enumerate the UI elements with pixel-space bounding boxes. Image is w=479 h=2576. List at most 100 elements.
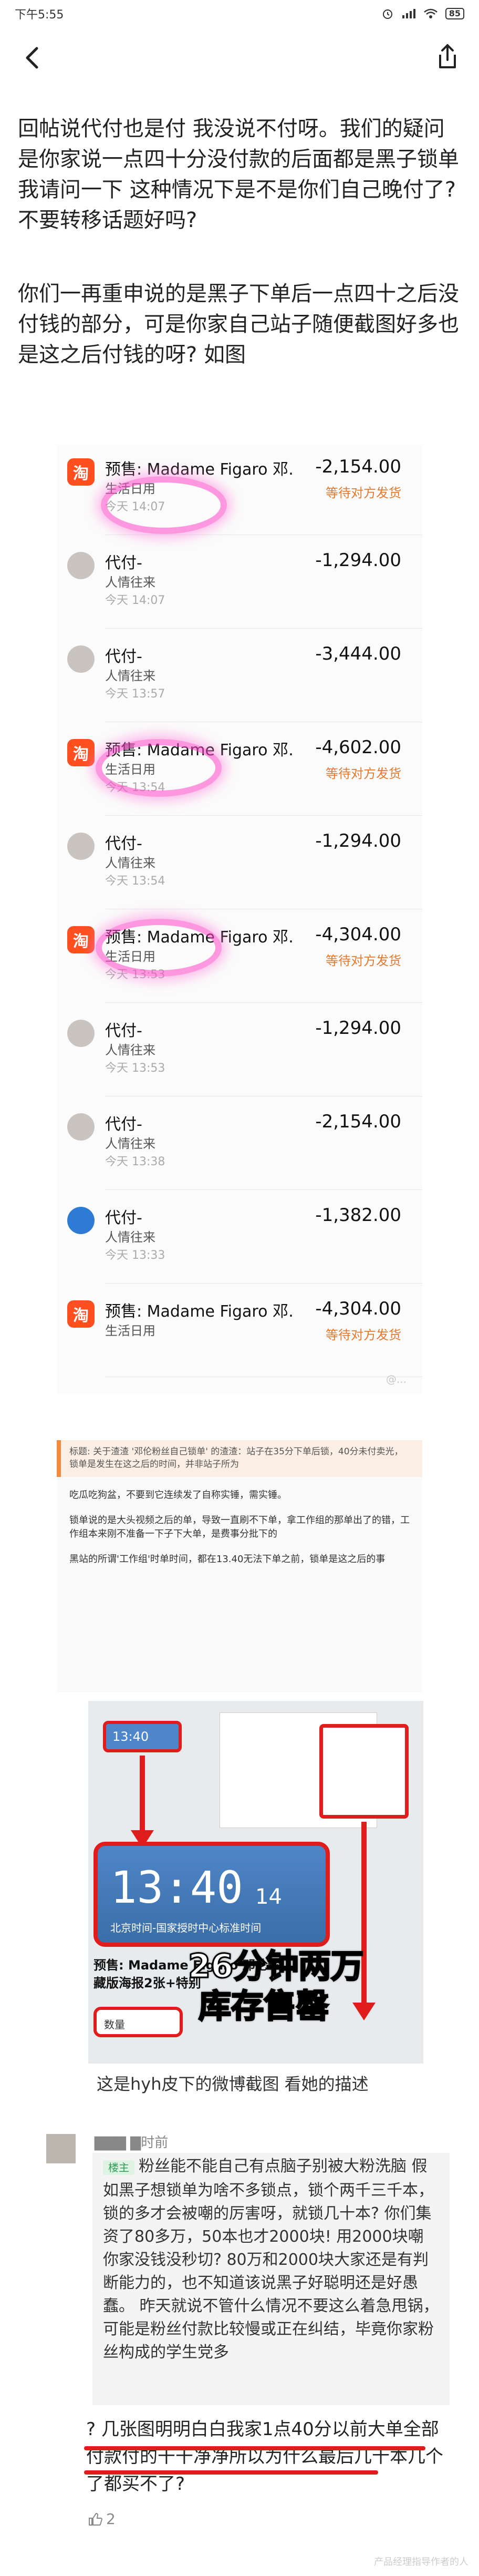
order-title: 代付- bbox=[105, 1115, 142, 1134]
order-row[interactable]: 代付- 人情往来 今天 13:33 -1,382.00 bbox=[57, 1193, 422, 1284]
clock-label: 北京时间-国家授时中心标准时间 bbox=[110, 1922, 262, 1934]
quoted-comment: 楼主 粉丝能不能自己有点脑子别被大粉洗脑 假如黑子想锁单为啥不多锁点，锁个两千三千… bbox=[92, 2153, 450, 2405]
nav-bar bbox=[0, 27, 479, 88]
like-button[interactable]: 2 bbox=[87, 2510, 116, 2528]
comment-time: ▇▇▇ ▇时前 bbox=[95, 2135, 169, 2151]
order-status: 等待对方发货 bbox=[326, 953, 401, 968]
order-category: 人情往来 bbox=[105, 856, 155, 870]
footer-watermark: 产品经理指导作者的人 bbox=[374, 2557, 468, 2568]
avatar bbox=[67, 833, 95, 860]
order-title: 代付- bbox=[105, 1022, 142, 1040]
status-bar: 下午5:55 85 bbox=[0, 0, 479, 27]
avatar bbox=[67, 1207, 95, 1234]
order-amount: -1,294.00 bbox=[315, 550, 401, 571]
wifi-icon bbox=[423, 8, 438, 18]
small-clock: 13:40 bbox=[103, 1721, 182, 1752]
order-title: 预售: Madame Figaro 邓… bbox=[105, 460, 294, 479]
evidence-collage: 13:40 13:40 14 北京时间-国家授时中心标准时间 预售: Madam… bbox=[88, 1701, 423, 2064]
taobao-icon: 淘 bbox=[67, 739, 95, 766]
highlight-ring bbox=[101, 476, 227, 534]
order-category: 人情往来 bbox=[105, 1043, 155, 1058]
order-status: 等待对方发货 bbox=[326, 766, 401, 781]
order-time: 今天 13:33 bbox=[105, 1249, 165, 1262]
order-row[interactable]: 代付- 人情往来 今天 13:38 -2,154.00 bbox=[57, 1100, 422, 1190]
title-marker bbox=[57, 1440, 61, 1477]
taobao-icon: 淘 bbox=[67, 926, 95, 953]
order-row[interactable]: 代付- 人情往来今天 13:54 -1,294.00 bbox=[57, 819, 422, 909]
post-paragraph-1: 回帖说代付也是付 我没说不付呀。我们的疑问是你家说一点四十分没付款的后面都是黑子… bbox=[18, 117, 459, 232]
order-time: 今天 13:57 bbox=[105, 687, 165, 701]
alarm-icon bbox=[382, 9, 392, 19]
avatar bbox=[67, 1020, 95, 1047]
weibo-line-1: 吃瓜吃狗盆，不要到它连续发了自称实锤，需实锤。 bbox=[69, 1490, 287, 1501]
order-amount: -1,294.00 bbox=[315, 830, 401, 851]
highlighted-shop-panel bbox=[319, 1724, 409, 1819]
order-time: 今天 13:38 bbox=[105, 1155, 165, 1168]
order-amount: -4,602.00 bbox=[315, 737, 401, 758]
order-time: 今天 14:07 bbox=[105, 594, 165, 607]
order-title: 代付- bbox=[105, 554, 142, 572]
thumbs-up-icon bbox=[89, 2512, 103, 2526]
order-time: 今天 13:54 bbox=[105, 875, 165, 888]
order-amount: -2,154.00 bbox=[315, 456, 401, 477]
divider bbox=[105, 815, 422, 816]
avatar bbox=[67, 552, 95, 579]
highlight-ring bbox=[96, 919, 222, 977]
clock-seconds: 14 bbox=[255, 1885, 282, 1909]
order-category: 人情往来 bbox=[105, 575, 155, 590]
taobao-icon: 淘 bbox=[67, 1300, 95, 1328]
big-clock: 13:40 14 北京时间-国家授时中心标准时间 bbox=[93, 1842, 330, 1947]
order-title: 代付- bbox=[105, 648, 142, 666]
arrow-head bbox=[352, 2003, 376, 2020]
order-row[interactable]: 代付- 人情往来今天 13:53 -1,294.00 bbox=[57, 1006, 422, 1096]
divider bbox=[105, 628, 422, 629]
order-row[interactable]: 代付- 人情往来今天 13:57 -3,444.00 bbox=[57, 632, 422, 722]
avatar bbox=[67, 645, 95, 673]
share-icon[interactable] bbox=[432, 41, 463, 73]
taobao-icon: 淘 bbox=[67, 458, 95, 486]
post-paragraph-2: 你们一再重申说的是黑子下单后一点四十之后没付钱的部分，可是你家自己站子随便截图好… bbox=[18, 282, 459, 367]
order-amount: -4,304.00 bbox=[315, 1298, 401, 1319]
divider bbox=[105, 1002, 422, 1003]
signal-icon bbox=[402, 9, 415, 18]
weibo-post-screenshot: 标题: 关于渣渣 '邓伦粉丝自己锁单' 的渣渣：站子在35分下单后锁，40分未付… bbox=[57, 1440, 422, 1692]
divider bbox=[105, 1283, 422, 1284]
battery-icon: 85 bbox=[445, 8, 464, 19]
clock-time: 13:40 bbox=[110, 1862, 243, 1913]
quantity-label: 数量 bbox=[104, 2018, 125, 2031]
weibo-line-2: 锁单说的是大头视频之后的单，导致一直刷不下单，拿工作组的那单出了的错，工作组本来… bbox=[69, 1515, 410, 1540]
order-title: 代付- bbox=[105, 835, 142, 853]
order-title: 代付- bbox=[105, 1209, 142, 1227]
red-underline bbox=[84, 2470, 378, 2475]
op-badge: 楼主 bbox=[103, 2160, 134, 2175]
weibo-title: 标题: 关于渣渣 '邓伦粉丝自己锁单' 的渣渣：站子在35分下单后锁，40分未付… bbox=[69, 1446, 403, 1470]
order-amount: -3,444.00 bbox=[315, 643, 401, 664]
back-icon[interactable] bbox=[18, 42, 49, 74]
reply-text: ? 几张图明明白白我家1点40分以前大单全部付款付的干干净净所以为什么最后几十本… bbox=[86, 2419, 443, 2495]
order-category: 人情往来 bbox=[105, 669, 155, 683]
image-caption: 这是hyh皮下的微博截图 看她的描述 bbox=[97, 2074, 369, 2094]
highlight-ring bbox=[96, 739, 222, 797]
avatar bbox=[67, 1113, 95, 1141]
order-row[interactable]: 淘预售: Madame Figaro 邓… 生活日用 -4,304.00 等待对方发货 bbox=[57, 1287, 422, 1377]
order-category: 生活日用 bbox=[105, 1323, 155, 1338]
status-icons: 85 bbox=[381, 7, 464, 20]
weibo-line-3: 黑站的所谓'工作组'时单时间，都在13.40无法下单之前，锁单是这之后的事 bbox=[69, 1554, 386, 1565]
order-category: 人情往来 bbox=[105, 1230, 155, 1245]
status-time: 下午5:55 bbox=[15, 8, 64, 22]
order-amount: -4,304.00 bbox=[315, 924, 401, 945]
order-title: 预售: Madame Figaro 邓… bbox=[105, 1302, 294, 1321]
order-status: 等待对方发货 bbox=[326, 1328, 401, 1342]
quantity-box: 数量 bbox=[93, 2007, 183, 2037]
order-row[interactable]: 代付- 人情往来今天 14:07 -1,294.00 bbox=[57, 538, 422, 629]
comment-avatar[interactable] bbox=[46, 2134, 76, 2163]
like-count: 2 bbox=[106, 2510, 116, 2528]
order-time: 今天 13:53 bbox=[105, 1062, 165, 1075]
order-amount: -1,294.00 bbox=[315, 1018, 401, 1039]
overlay-caption-2: 库存售罄 bbox=[197, 1986, 329, 2026]
arrow-down bbox=[140, 1756, 145, 1834]
quoted-text: 楼主 粉丝能不能自己有点脑子别被大粉洗脑 假如黑子想锁单为啥不多锁点，锁个两千三千… bbox=[103, 2157, 439, 2362]
red-underline bbox=[84, 2446, 425, 2450]
screenshot-watermark: @... bbox=[386, 1373, 407, 1386]
payment-list-screenshot: 淘预售: Madame Figaro 邓… 生活日用 今天 14:07 -2,154.… bbox=[57, 445, 422, 1394]
